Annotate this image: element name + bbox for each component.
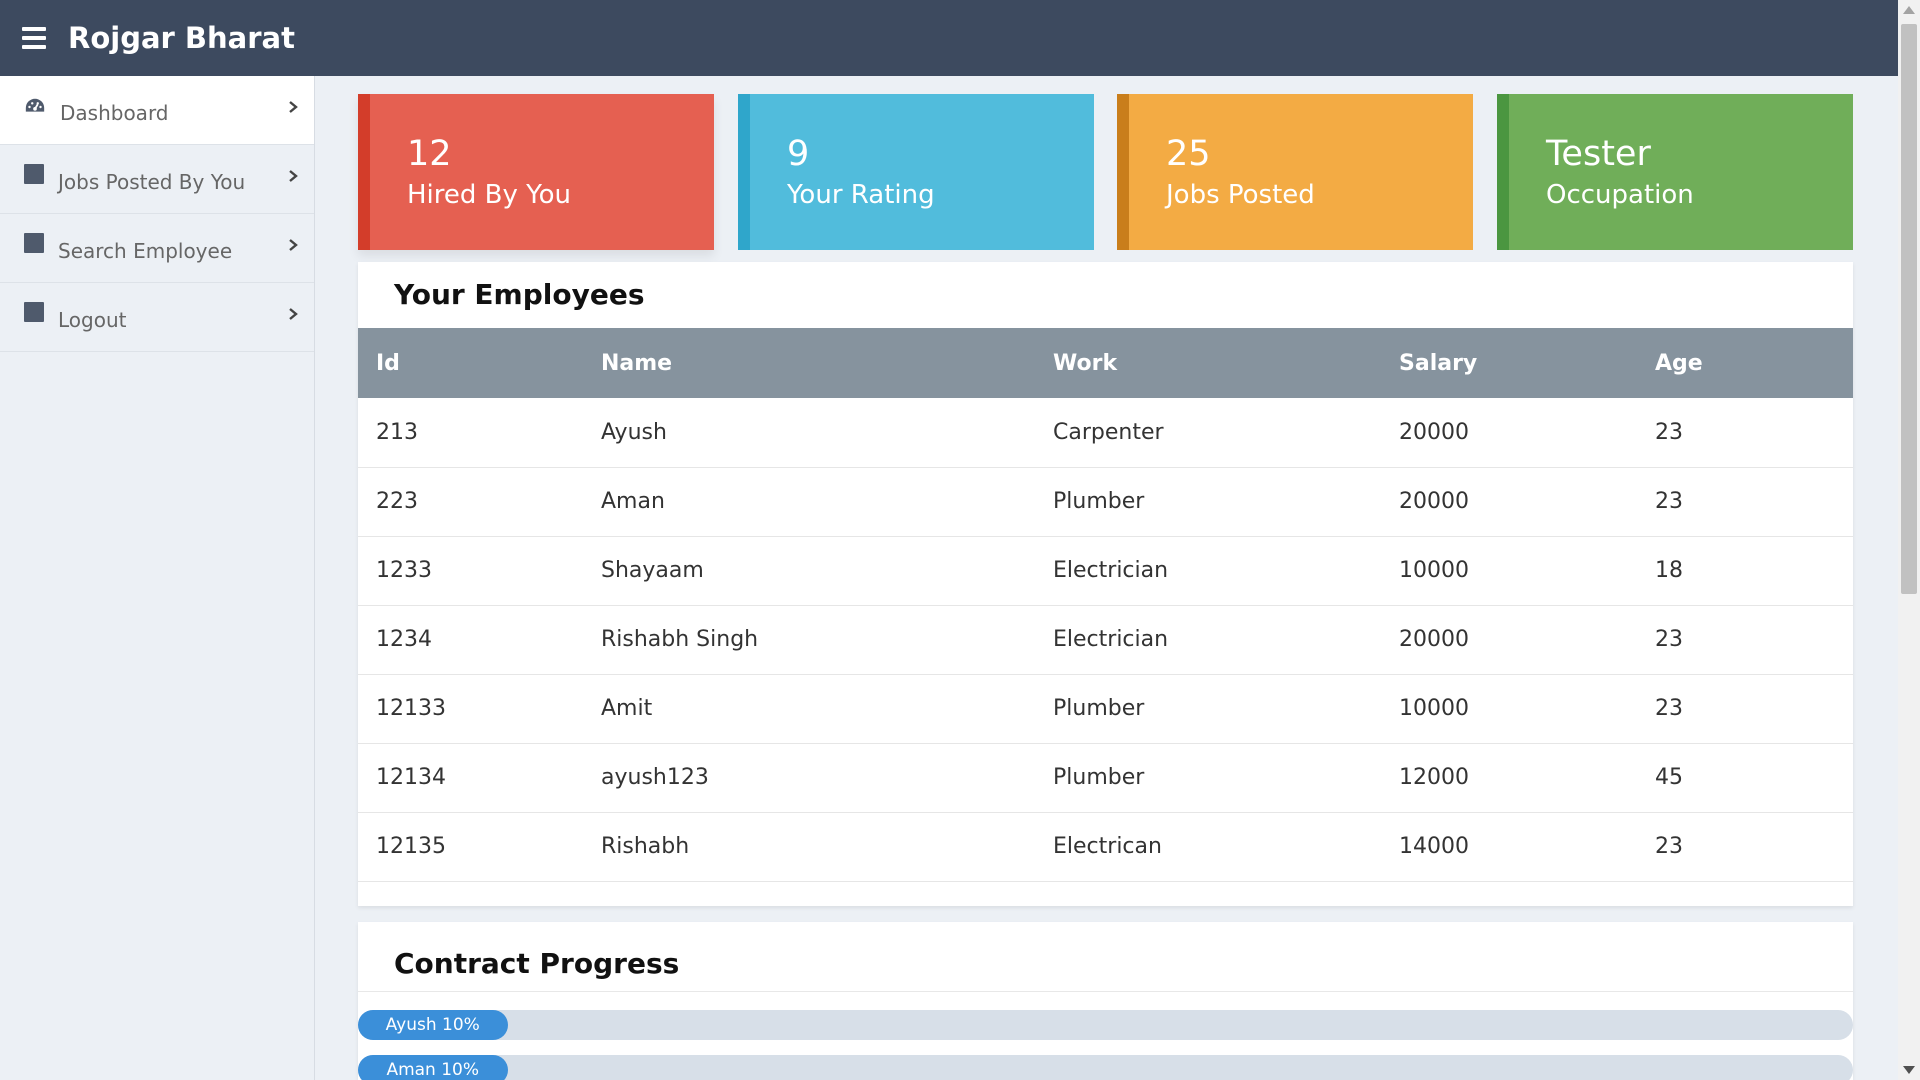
cell-age: 23 — [1655, 674, 1853, 744]
cell-age: 18 — [1655, 536, 1853, 606]
square-icon — [24, 302, 44, 322]
employees-title: Your Employees — [394, 278, 645, 311]
cell-work: Carpenter — [1053, 398, 1399, 468]
sidebar-item-jobs-posted[interactable]: Jobs Posted By You — [0, 145, 314, 214]
column-header-id: Id — [376, 350, 400, 376]
contract-progress-panel: Contract Progress Ayush 10% Aman 10% — [358, 922, 1853, 1080]
chevron-right-icon — [289, 308, 298, 320]
cell-id: 12134 — [358, 743, 601, 813]
sidebar-item-label: Dashboard — [60, 101, 169, 125]
scrollbar-thumb[interactable] — [1901, 24, 1917, 594]
table-row[interactable]: 12135 Rishabh Electrican 14000 23 — [358, 812, 1853, 882]
cell-name: Amit — [601, 674, 1053, 744]
employees-table: Id Name Work Salary Age 213 Ayush Carpen… — [358, 328, 1853, 882]
cell-id: 12133 — [358, 674, 601, 744]
sidebar-item-search-employee[interactable]: Search Employee — [0, 214, 314, 283]
progress-bar: Aman 10% — [358, 1055, 1853, 1080]
cell-id: 1233 — [358, 536, 601, 606]
table-row[interactable]: 213 Ayush Carpenter 20000 23 — [358, 398, 1853, 468]
table-row[interactable]: 12133 Amit Plumber 10000 23 — [358, 674, 1853, 744]
stat-label: Your Rating — [787, 180, 935, 210]
progress-bar: Ayush 10% — [358, 1010, 1853, 1040]
cell-name: Ayush — [601, 398, 1053, 468]
progress-fill: Aman 10% — [358, 1055, 508, 1080]
column-header-age: Age — [1655, 350, 1703, 376]
app-title[interactable]: Rojgar Bharat — [68, 21, 295, 55]
cell-id: 213 — [358, 398, 601, 468]
cell-work: Plumber — [1053, 674, 1399, 744]
chevron-right-icon — [289, 170, 298, 182]
chevron-right-icon — [289, 239, 298, 251]
dashboard-gauge-icon — [25, 98, 45, 112]
stat-label: Occupation — [1546, 180, 1694, 210]
contract-progress-title: Contract Progress — [358, 922, 1853, 992]
stat-value: Tester — [1546, 134, 1651, 174]
cell-id: 1234 — [358, 605, 601, 675]
sidebar-item-dashboard[interactable]: Dashboard — [0, 76, 314, 145]
menu-toggle-icon[interactable] — [22, 27, 46, 49]
cell-salary: 20000 — [1399, 467, 1655, 537]
cell-name: Rishabh Singh — [601, 605, 1053, 675]
cell-name: ayush123 — [601, 743, 1053, 813]
progress-fill: Ayush 10% — [358, 1010, 508, 1040]
cell-work: Electrician — [1053, 536, 1399, 606]
stat-card-hired[interactable]: 12 Hired By You — [358, 94, 714, 250]
table-header-row: Id Name Work Salary Age — [358, 328, 1853, 398]
cell-work: Electrican — [1053, 812, 1399, 882]
cell-work: Plumber — [1053, 467, 1399, 537]
vertical-scrollbar[interactable] — [1898, 0, 1920, 1080]
stat-value: 25 — [1166, 134, 1211, 174]
cell-id: 223 — [358, 467, 601, 537]
employees-panel: Your Employees Id Name Work Salary Age 2… — [358, 262, 1853, 906]
sidebar-item-label: Logout — [58, 308, 127, 332]
cell-work: Plumber — [1053, 743, 1399, 813]
cell-salary: 12000 — [1399, 743, 1655, 813]
stat-card-jobs-posted[interactable]: 25 Jobs Posted — [1117, 94, 1473, 250]
chevron-right-icon — [289, 101, 298, 113]
stat-value: 9 — [787, 134, 810, 174]
stat-value: 12 — [407, 134, 452, 174]
cell-id: 12135 — [358, 812, 601, 882]
table-row[interactable]: 12134 ayush123 Plumber 12000 45 — [358, 743, 1853, 813]
square-icon — [24, 233, 44, 253]
stat-card-rating[interactable]: 9 Your Rating — [738, 94, 1094, 250]
cell-salary: 10000 — [1399, 536, 1655, 606]
cell-name: Shayaam — [601, 536, 1053, 606]
stat-label: Jobs Posted — [1166, 180, 1315, 210]
cell-age: 23 — [1655, 467, 1853, 537]
sidebar-item-label: Jobs Posted By You — [58, 170, 246, 194]
scroll-up-arrow-icon[interactable] — [1903, 6, 1915, 14]
top-navbar: Rojgar Bharat — [0, 0, 1898, 76]
cell-work: Electrician — [1053, 605, 1399, 675]
stat-card-occupation[interactable]: Tester Occupation — [1497, 94, 1853, 250]
table-row[interactable]: 223 Aman Plumber 20000 23 — [358, 467, 1853, 537]
table-row[interactable]: 1234 Rishabh Singh Electrician 20000 23 — [358, 605, 1853, 675]
sidebar-item-label: Search Employee — [58, 239, 233, 263]
column-header-work: Work — [1053, 350, 1118, 376]
stat-label: Hired By You — [407, 180, 571, 210]
cell-age: 23 — [1655, 605, 1853, 675]
cell-salary: 20000 — [1399, 605, 1655, 675]
square-icon — [24, 164, 44, 184]
cell-name: Aman — [601, 467, 1053, 537]
cell-salary: 10000 — [1399, 674, 1655, 744]
cell-age: 45 — [1655, 743, 1853, 813]
column-header-name: Name — [601, 350, 673, 376]
cell-name: Rishabh — [601, 812, 1053, 882]
cell-age: 23 — [1655, 398, 1853, 468]
cell-age: 23 — [1655, 812, 1853, 882]
cell-salary: 14000 — [1399, 812, 1655, 882]
sidebar-item-logout[interactable]: Logout — [0, 283, 314, 352]
column-header-salary: Salary — [1399, 350, 1478, 376]
cell-salary: 20000 — [1399, 398, 1655, 468]
sidebar: Dashboard Jobs Posted By You Search Empl… — [0, 76, 315, 1080]
table-row[interactable]: 1233 Shayaam Electrician 10000 18 — [358, 536, 1853, 606]
scroll-down-arrow-icon[interactable] — [1903, 1066, 1915, 1074]
